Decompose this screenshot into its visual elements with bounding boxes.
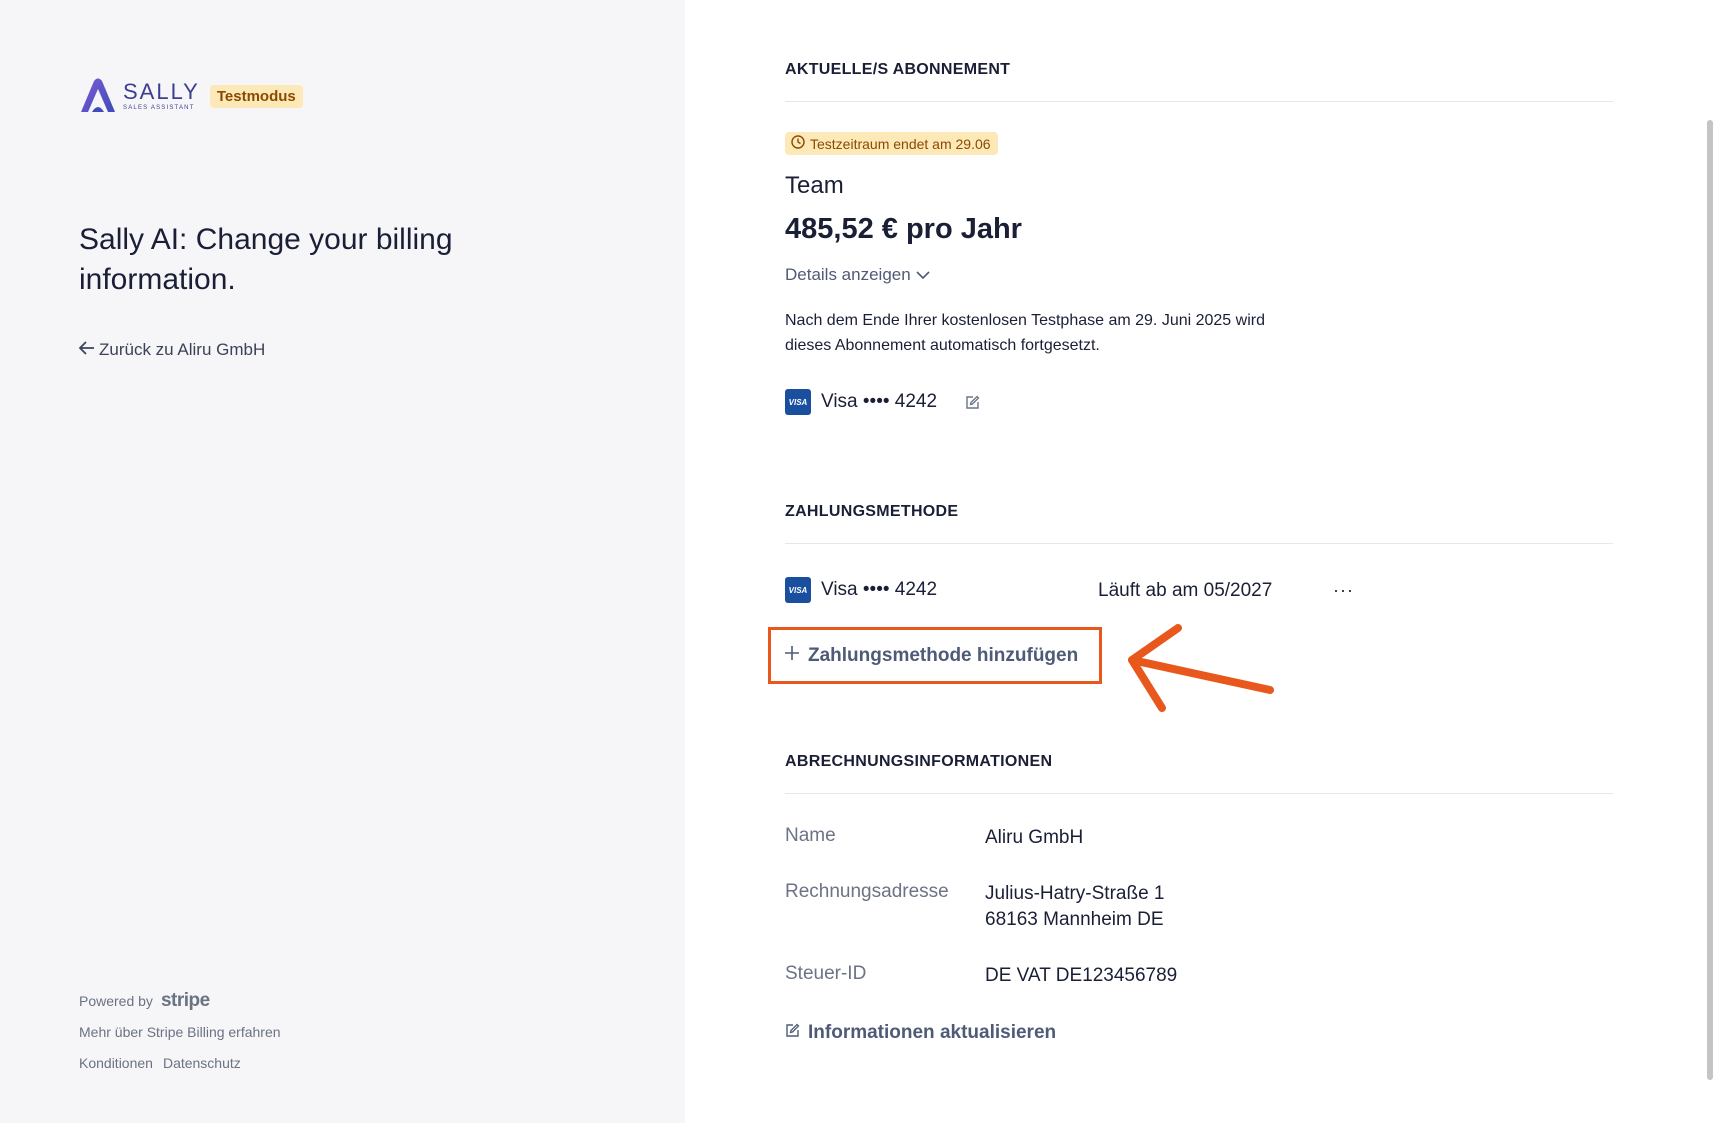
divider: [785, 543, 1613, 544]
powered-by-label: Powered by: [79, 993, 153, 1009]
billing-info-section-title: ABRECHNUNGSINFORMATIONEN: [785, 753, 1053, 770]
arrow-left-icon: [78, 340, 95, 360]
info-value: DE VAT DE123456789: [985, 965, 1178, 986]
brand-name: SALLY SALES ASSISTANT: [123, 79, 200, 112]
details-toggle-label: Details anzeigen: [785, 265, 911, 284]
info-label: Rechnungsadresse: [785, 881, 949, 902]
privacy-link[interactable]: Datenschutz: [163, 1055, 241, 1071]
info-row-address: Rechnungsadresse Julius-Hatry-Straße 1 6…: [785, 881, 1165, 933]
subscription-card: VISA Visa •••• 4242: [785, 389, 980, 415]
visa-logo-icon: VISA: [785, 577, 811, 603]
clock-icon: [791, 135, 805, 152]
info-label: Steuer-ID: [785, 963, 867, 984]
brand-title: SALLY: [123, 79, 200, 104]
annotation-arrow-icon: [1120, 620, 1280, 720]
info-row-tax: Steuer-ID DE VAT DE123456789: [785, 963, 1177, 989]
info-row-name: Name Aliru GmbH: [785, 825, 1083, 851]
trial-badge-label: Testzeitraum endet am 29.06: [810, 135, 991, 152]
payment-method-section-title: ZAHLUNGSMETHODE: [785, 503, 959, 520]
subscription-section-title: AKTUELLE/S ABONNEMENT: [785, 61, 1011, 78]
back-link[interactable]: Zurück zu Aliru GmbH: [78, 340, 266, 360]
renewal-note: Nach dem Ende Ihrer kostenlosen Testphas…: [785, 312, 1265, 354]
info-label: Name: [785, 825, 836, 846]
address-line-1: Julius-Hatry-Straße 1: [985, 883, 1165, 904]
address-line-2: 68163 Mannheim DE: [985, 909, 1164, 930]
plus-icon: [784, 645, 800, 667]
more-options-button[interactable]: ···: [1333, 580, 1354, 601]
footer-links: Konditionen Datenschutz: [79, 1055, 241, 1071]
subscription-card-label: Visa •••• 4242: [821, 391, 938, 412]
payment-card-label: Visa •••• 4242: [821, 579, 938, 600]
details-toggle[interactable]: Details anzeigen: [785, 265, 930, 285]
back-link-label: Zurück zu Aliru GmbH: [99, 340, 266, 359]
main-panel: AKTUELLE/S ABONNEMENT Testzeitraum endet…: [685, 0, 1713, 1123]
brand-tagline: SALES ASSISTANT: [123, 105, 195, 111]
trial-badge: Testzeitraum endet am 29.06: [785, 132, 998, 155]
chevron-down-icon: [916, 265, 930, 285]
plan-name: Team: [785, 172, 844, 199]
add-payment-method-label: Zahlungsmethode hinzufügen: [808, 644, 1079, 666]
update-information-label: Informationen aktualisieren: [808, 1022, 1057, 1043]
payment-method-card: VISA Visa •••• 4242: [785, 577, 937, 603]
divider: [785, 793, 1613, 794]
edit-icon[interactable]: [965, 395, 980, 410]
sidebar-panel: SALLY SALES ASSISTANT Testmodus Sally AI…: [0, 0, 685, 1123]
sally-logo-icon: [79, 78, 117, 114]
card-expiry: Läuft ab am 05/2027: [1098, 580, 1273, 601]
page-title: Sally AI: Change your billing informatio…: [79, 223, 453, 296]
stripe-logo[interactable]: stripe: [161, 990, 210, 1012]
plan-price: 485,52 € pro Jahr: [785, 213, 1022, 245]
info-value: Julius-Hatry-Straße 1 68163 Mannheim DE: [985, 881, 1165, 933]
scrollbar[interactable]: [1707, 120, 1713, 1080]
info-value: Aliru GmbH: [985, 827, 1084, 848]
powered-by: Powered by stripe: [79, 990, 210, 1012]
visa-logo-icon: VISA: [785, 389, 811, 415]
edit-icon: [785, 1022, 800, 1044]
add-payment-method-button[interactable]: Zahlungsmethode hinzufügen: [768, 627, 1102, 684]
brand: SALLY SALES ASSISTANT Testmodus: [79, 78, 303, 114]
test-mode-badge: Testmodus: [209, 84, 303, 108]
update-information-link[interactable]: Informationen aktualisieren: [785, 1022, 1056, 1044]
divider: [785, 101, 1613, 102]
terms-link[interactable]: Konditionen: [79, 1055, 153, 1071]
learn-more-link[interactable]: Mehr über Stripe Billing erfahren: [79, 1024, 281, 1040]
